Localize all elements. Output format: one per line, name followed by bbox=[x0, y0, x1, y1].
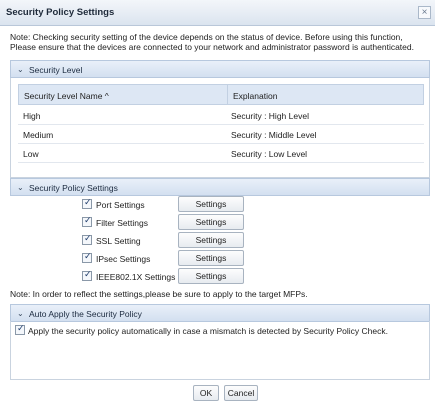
section-auto-apply[interactable]: ⌄ Auto Apply the Security Policy bbox=[10, 304, 430, 322]
table-row[interactable]: High Security : High Level bbox=[18, 106, 424, 125]
section-security-level[interactable]: ⌄ Security Level bbox=[10, 60, 430, 78]
chevron-down-icon: ⌄ bbox=[17, 183, 24, 192]
column-header-explanation[interactable]: Explanation bbox=[227, 85, 423, 104]
filter-settings-checkbox[interactable] bbox=[82, 216, 92, 227]
table-header: Security Level Name ^ Explanation bbox=[18, 84, 424, 105]
policy-item-label: SSL Setting bbox=[96, 236, 141, 246]
policy-item-port: Port Settings Settings bbox=[10, 196, 430, 214]
policy-item-ssl: SSL Setting Settings bbox=[10, 232, 430, 250]
ieee8021x-settings-button[interactable]: Settings bbox=[178, 268, 244, 284]
ieee8021x-settings-checkbox[interactable] bbox=[82, 270, 92, 281]
section-label: Auto Apply the Security Policy bbox=[29, 309, 142, 319]
section-label: Security Level bbox=[29, 65, 83, 75]
port-settings-checkbox[interactable] bbox=[82, 198, 92, 209]
ok-button[interactable]: OK bbox=[193, 385, 219, 401]
row-name: Medium bbox=[23, 130, 54, 140]
column-header-name[interactable]: Security Level Name ^ bbox=[24, 91, 224, 101]
row-explanation: Security : Low Level bbox=[231, 149, 308, 159]
cancel-button[interactable]: Cancel bbox=[224, 385, 258, 401]
close-icon[interactable]: × bbox=[418, 6, 431, 19]
policy-item-label: Filter Settings bbox=[96, 218, 148, 228]
row-explanation: Security : Middle Level bbox=[231, 130, 317, 140]
table-row[interactable]: Low Security : Low Level bbox=[18, 144, 424, 163]
title-bar: Security Policy Settings × bbox=[0, 0, 435, 26]
section-label: Security Policy Settings bbox=[29, 183, 118, 193]
auto-apply-label: Apply the security policy automatically … bbox=[28, 326, 388, 336]
note-apply-mfps: Note: In order to reflect the settings,p… bbox=[10, 289, 308, 299]
policy-item-ieee8021x: IEEE802.1X Settings Settings bbox=[10, 268, 430, 286]
row-name: Low bbox=[23, 149, 39, 159]
row-explanation: Security : High Level bbox=[231, 111, 309, 121]
ssl-settings-button[interactable]: Settings bbox=[178, 232, 244, 248]
auto-apply-checkbox[interactable] bbox=[15, 324, 25, 335]
policy-settings-list: Port Settings Settings Filter Settings S… bbox=[10, 196, 430, 303]
policy-item-label: IEEE802.1X Settings bbox=[96, 272, 176, 282]
chevron-down-icon: ⌄ bbox=[17, 65, 24, 74]
auto-apply-panel: Apply the security policy automatically … bbox=[10, 321, 430, 380]
security-level-table: Security Level Name ^ Explanation High S… bbox=[10, 78, 430, 178]
policy-item-label: IPsec Settings bbox=[96, 254, 151, 264]
port-settings-button[interactable]: Settings bbox=[178, 196, 244, 212]
chevron-down-icon: ⌄ bbox=[17, 309, 24, 318]
ipsec-settings-button[interactable]: Settings bbox=[178, 250, 244, 266]
policy-item-filter: Filter Settings Settings bbox=[10, 214, 430, 232]
window-title: Security Policy Settings bbox=[6, 7, 115, 18]
policy-item-label: Port Settings bbox=[96, 200, 145, 210]
policy-item-ipsec: IPsec Settings Settings bbox=[10, 250, 430, 268]
section-security-policy-settings[interactable]: ⌄ Security Policy Settings bbox=[10, 178, 430, 196]
table-row[interactable]: Medium Security : Middle Level bbox=[18, 125, 424, 144]
ipsec-settings-checkbox[interactable] bbox=[82, 252, 92, 263]
row-name: High bbox=[23, 111, 41, 121]
filter-settings-button[interactable]: Settings bbox=[178, 214, 244, 230]
ssl-setting-checkbox[interactable] bbox=[82, 234, 92, 245]
note-top: Note: Checking security setting of the d… bbox=[10, 32, 414, 52]
